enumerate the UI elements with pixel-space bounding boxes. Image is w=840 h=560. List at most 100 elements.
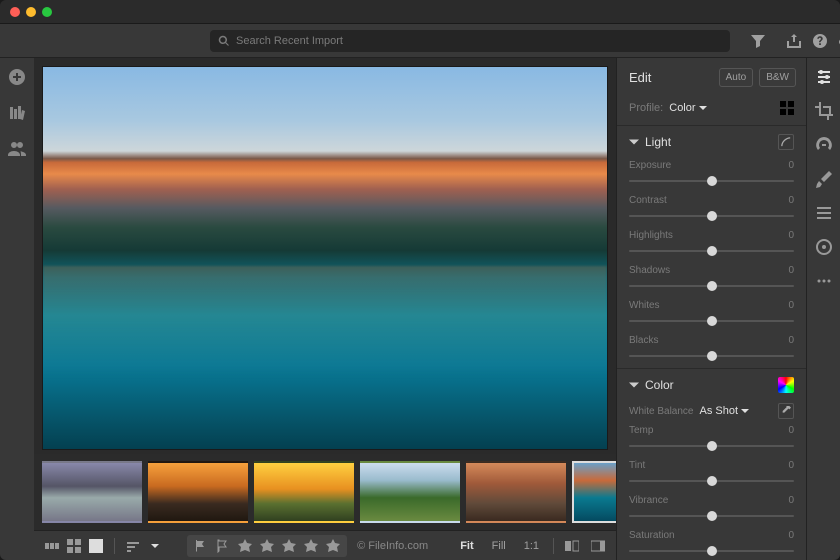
slider-track[interactable] (629, 438, 794, 452)
profile-value: Color (669, 102, 695, 114)
slider-knob[interactable] (707, 511, 717, 521)
slider-track[interactable] (629, 243, 794, 257)
slider-track[interactable] (629, 208, 794, 222)
light-header[interactable]: Light (617, 126, 806, 158)
slider-label: Whites (629, 300, 660, 311)
library-icon (8, 104, 26, 122)
thumbnail-selected[interactable] (572, 461, 616, 523)
slider-label: Saturation (629, 530, 675, 541)
slider-value: 0 (788, 160, 794, 171)
color-mixer-button[interactable] (778, 377, 794, 393)
slider-track[interactable] (629, 473, 794, 487)
star-1[interactable] (237, 538, 253, 554)
eyedropper-button[interactable] (778, 403, 794, 419)
flag-reject-button[interactable] (215, 538, 231, 554)
slider-knob[interactable] (707, 176, 717, 186)
slider-track[interactable] (629, 543, 794, 557)
brush-tool-button[interactable] (815, 170, 833, 188)
slider-knob[interactable] (707, 476, 717, 486)
filter-button[interactable] (750, 32, 766, 50)
thumbnail[interactable] (254, 461, 354, 523)
star-2[interactable] (259, 538, 275, 554)
profile-browser-button[interactable] (780, 101, 794, 115)
white-balance-select[interactable]: As Shot (699, 405, 749, 417)
edit-tool-button[interactable] (815, 68, 833, 86)
healing-tool-button[interactable] (815, 136, 833, 154)
image-viewer[interactable] (34, 58, 616, 454)
radial-gradient-icon (815, 238, 833, 256)
profile-select[interactable]: Color (669, 102, 706, 114)
add-photos-button[interactable] (8, 68, 26, 86)
view-mode-group (44, 538, 104, 554)
view-single-button[interactable] (88, 538, 104, 554)
view-strip-button[interactable] (44, 538, 60, 554)
thumbnail[interactable] (360, 461, 460, 523)
slider-track[interactable] (629, 173, 794, 187)
slider-knob[interactable] (707, 351, 717, 361)
sort-button[interactable] (125, 538, 141, 554)
light-slider-contrast: Contrast0 (617, 193, 806, 228)
thumbnail[interactable] (466, 461, 566, 523)
sort-dropdown[interactable] (151, 542, 159, 550)
center-area: © FileInfo.com Fit Fill 1:1 (34, 58, 616, 560)
star-5[interactable] (325, 538, 341, 554)
share-button[interactable] (786, 32, 802, 50)
slider-label: Tint (629, 460, 645, 471)
slider-label: Shadows (629, 265, 670, 276)
more-tools-button[interactable] (815, 272, 833, 290)
people-button[interactable] (8, 140, 26, 158)
slider-track[interactable] (629, 348, 794, 362)
radial-gradient-button[interactable] (815, 238, 833, 256)
search-input[interactable]: Search Recent Import (210, 30, 730, 52)
window-controls (10, 7, 52, 17)
eyedropper-icon (781, 406, 791, 416)
zoom-fill-button[interactable]: Fill (488, 538, 510, 554)
view-grid-button[interactable] (66, 538, 82, 554)
healing-brush-icon (815, 136, 833, 154)
slider-knob[interactable] (707, 281, 717, 291)
star-4[interactable] (303, 538, 319, 554)
thumbnail[interactable] (148, 461, 248, 523)
window-close-button[interactable] (10, 7, 20, 17)
window-minimize-button[interactable] (26, 7, 36, 17)
panel-toggle-button[interactable] (590, 538, 606, 554)
help-button[interactable] (812, 32, 828, 50)
zoom-11-button[interactable]: 1:1 (520, 538, 543, 554)
top-toolbar: Search Recent Import (0, 24, 840, 58)
star-3[interactable] (281, 538, 297, 554)
slider-track[interactable] (629, 313, 794, 327)
slider-track[interactable] (629, 278, 794, 292)
window-maximize-button[interactable] (42, 7, 52, 17)
linear-gradient-icon (815, 204, 833, 222)
slider-knob[interactable] (707, 246, 717, 256)
light-slider-shadows: Shadows0 (617, 263, 806, 298)
light-label: Light (645, 135, 772, 149)
library-button[interactable] (8, 104, 26, 122)
color-slider-temp: Temp0 (617, 423, 806, 458)
slider-knob[interactable] (707, 441, 717, 451)
linear-gradient-button[interactable] (815, 204, 833, 222)
crop-tool-button[interactable] (815, 102, 833, 120)
crop-icon (815, 102, 833, 120)
slider-knob[interactable] (707, 316, 717, 326)
bw-button[interactable]: B&W (759, 68, 796, 87)
slider-knob[interactable] (707, 211, 717, 221)
color-header[interactable]: Color (617, 369, 806, 401)
auto-button[interactable]: Auto (719, 68, 754, 87)
flag-pick-button[interactable] (193, 538, 209, 554)
more-icon (815, 272, 833, 290)
star-icon (282, 539, 296, 553)
slider-track[interactable] (629, 508, 794, 522)
white-balance-value: As Shot (699, 405, 738, 417)
zoom-fit-button[interactable]: Fit (456, 538, 477, 554)
adjust-sliders-icon (815, 68, 833, 86)
tone-curve-button[interactable] (778, 134, 794, 150)
app-window: Search Recent Import (0, 0, 840, 560)
show-original-button[interactable] (564, 538, 580, 554)
rating-group (187, 535, 347, 557)
app-body: © FileInfo.com Fit Fill 1:1 Edit Auto B&… (0, 58, 840, 560)
thumbnail[interactable] (42, 461, 142, 523)
add-circle-icon (8, 68, 26, 86)
edit-title: Edit (629, 70, 713, 85)
slider-knob[interactable] (707, 546, 717, 556)
